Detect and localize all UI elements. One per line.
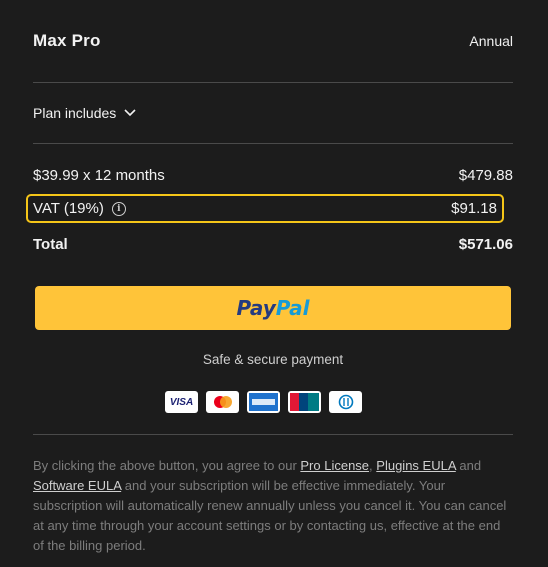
plugins-eula-link[interactable]: Plugins EULA [376, 458, 456, 473]
base-price-value: $479.88 [458, 166, 513, 184]
base-price-row: $39.99 x 12 months $479.88 [33, 160, 513, 190]
visa-icon: VISA [165, 391, 198, 413]
info-icon[interactable]: i [111, 201, 126, 216]
plan-header: Max Pro Annual [33, 0, 513, 82]
software-eula-link[interactable]: Software EULA [33, 478, 121, 493]
diners-club-icon [329, 391, 362, 413]
payment-cards: VISA [165, 391, 362, 413]
legal-text-and: and [455, 458, 482, 473]
plan-includes-label: Plan includes [33, 105, 117, 121]
plan-includes-row: Plan includes [33, 83, 513, 143]
base-price-label: $39.99 x 12 months [33, 166, 165, 184]
chevron-down-icon [124, 109, 136, 117]
pro-license-link[interactable]: Pro License [300, 458, 369, 473]
checkout-panel: Max Pro Annual Plan includes $39.99 x 12… [26, 0, 513, 553]
vat-row: VAT (19%) i $91.18 [26, 194, 504, 223]
vat-value: $91.18 [451, 200, 497, 217]
plan-includes-toggle[interactable]: Plan includes [33, 105, 136, 121]
total-value: $571.06 [458, 235, 513, 253]
mastercard-icon [206, 391, 239, 413]
divider [33, 434, 513, 435]
vat-label: VAT (19%) [33, 200, 104, 217]
paypal-logo-part2: Pal [275, 296, 310, 320]
secure-payment-text: Safe & secure payment [202, 352, 344, 367]
legal-text: By clicking the above button, you agree … [33, 456, 513, 556]
legal-text-intro: By clicking the above button, you agree … [33, 458, 301, 473]
billing-period: Annual [469, 33, 513, 49]
amex-icon [247, 391, 280, 413]
paypal-logo-part1: Pay [236, 296, 276, 320]
plan-name: Max Pro [33, 31, 101, 50]
total-label: Total [33, 235, 68, 253]
unionpay-icon [288, 391, 321, 413]
paypal-button[interactable]: Pay Pal [35, 286, 511, 330]
total-row: Total $571.06 [33, 225, 513, 263]
